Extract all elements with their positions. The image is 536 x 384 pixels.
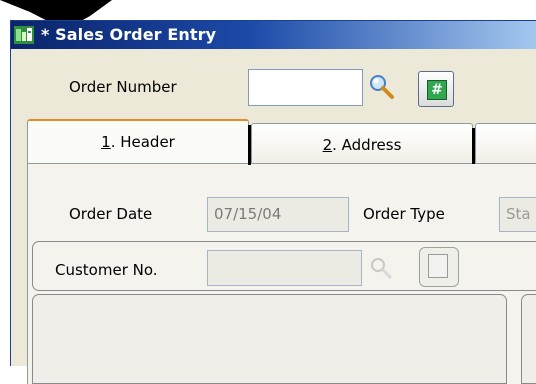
tab-address-label: 2. Address (252, 136, 472, 154)
order-date-label: Order Date (69, 205, 153, 223)
tab-header-mnemonic: 1 (101, 133, 111, 151)
order-type-field[interactable]: Sta (499, 197, 536, 232)
right-details-panel (521, 294, 536, 384)
customer-number-label: Customer No. (55, 261, 158, 279)
order-number-label: Order Number (69, 78, 177, 96)
customer-details-panel (32, 294, 507, 384)
order-date-field[interactable]: 07/15/04 (207, 197, 349, 232)
tab-header-label: 1. Header (28, 133, 248, 151)
tab-header-text: . Header (110, 133, 175, 151)
window-title: * Sales Order Entry (41, 25, 217, 44)
tab-header[interactable]: 1. Header (27, 119, 251, 165)
tab-address-text: . Address (332, 136, 402, 154)
order-number-input[interactable] (248, 69, 363, 106)
customer-lookup-icon (428, 254, 448, 278)
title-bar[interactable]: * Sales Order Entry (11, 21, 536, 49)
customer-lookup-button[interactable] (419, 247, 459, 287)
next-number-button[interactable]: # (418, 71, 454, 107)
customer-number-field[interactable] (207, 250, 362, 286)
tab-shadow (248, 125, 251, 165)
sales-order-app-icon (14, 26, 34, 44)
magnifier-search-icon[interactable] (368, 73, 396, 99)
order-type-label: Order Type (363, 205, 445, 223)
tab-address[interactable]: 2. Address (251, 123, 475, 164)
hash-number-icon: # (427, 80, 447, 100)
tab-address-mnemonic: 2 (322, 136, 333, 154)
sales-order-entry-window: * Sales Order Entry Order Number # 1. He… (10, 20, 536, 384)
magnifier-search-icon-disabled[interactable] (368, 255, 396, 281)
tab-next[interactable] (475, 123, 536, 163)
